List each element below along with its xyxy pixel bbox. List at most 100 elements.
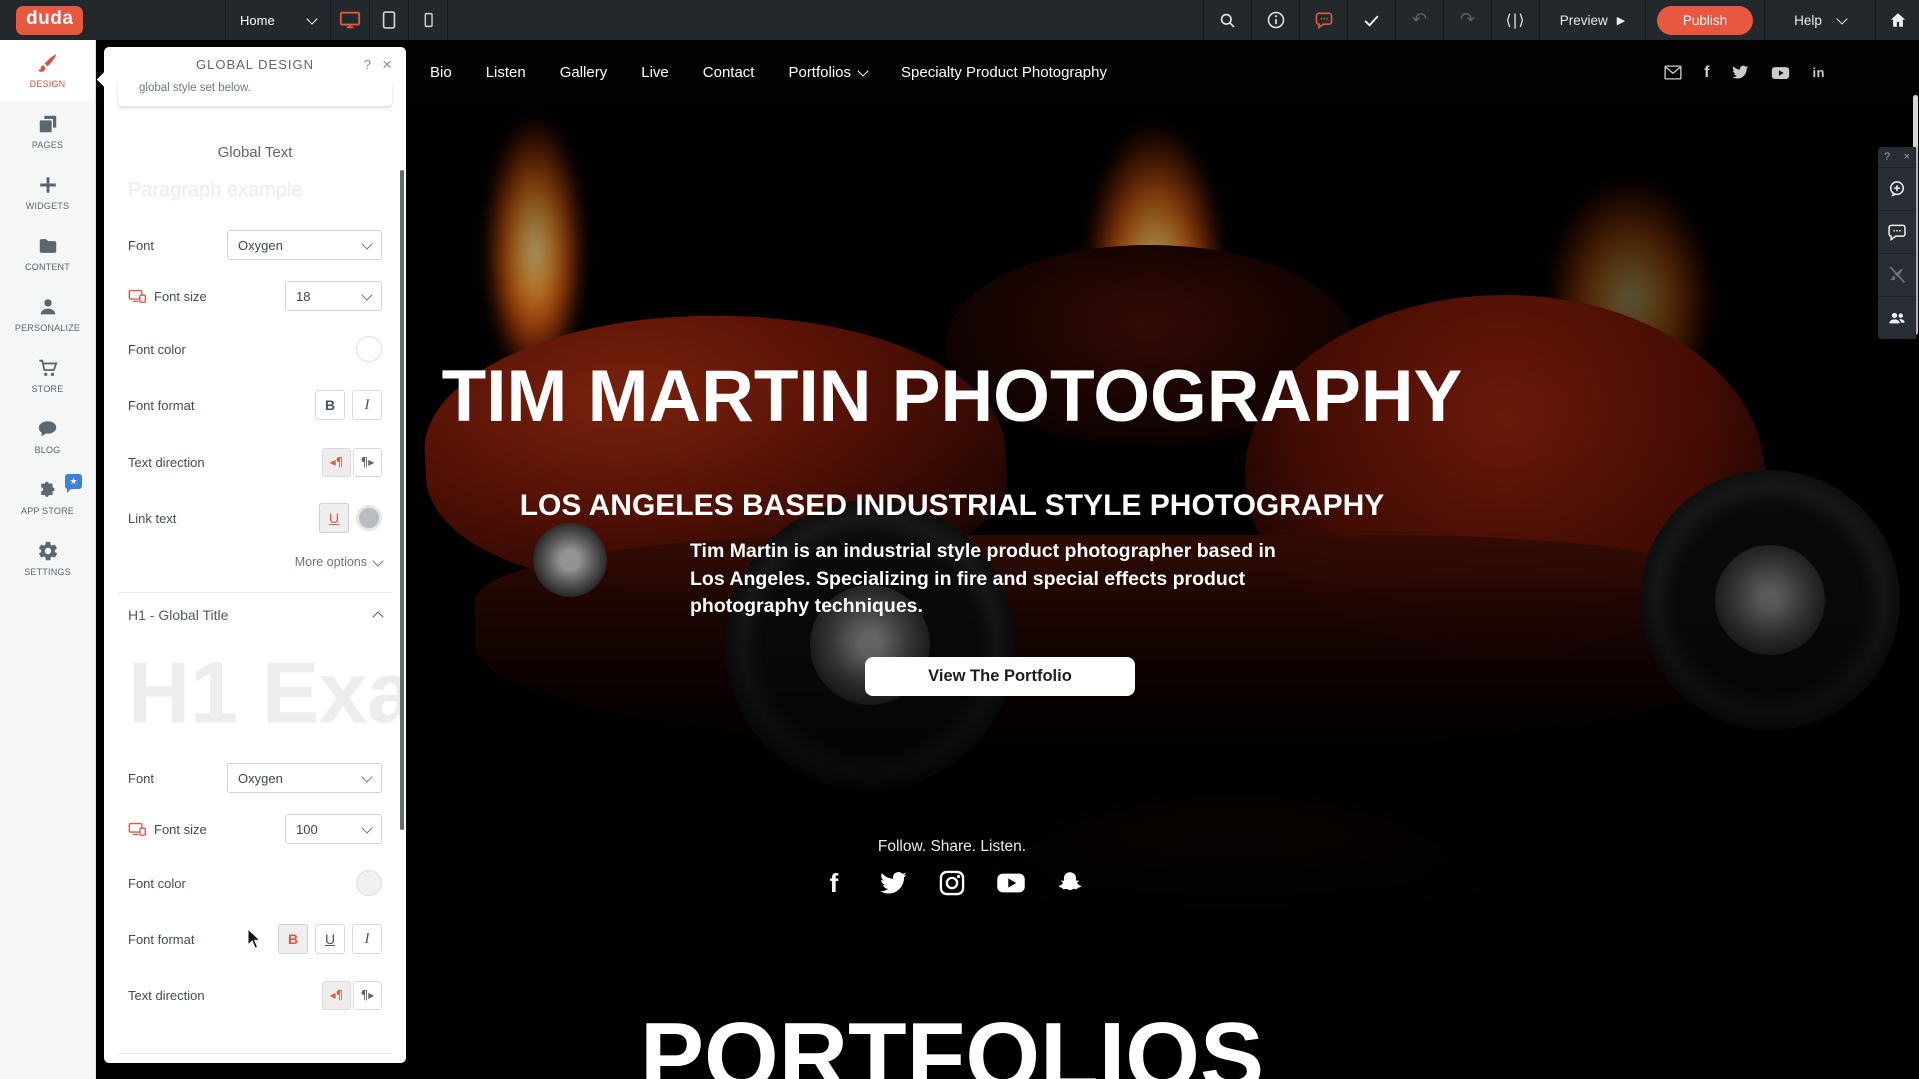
nav-label: Specialty Product Photography (901, 64, 1107, 81)
dev-mode-button[interactable]: ⟨|⟩ (1491, 0, 1539, 40)
h1-font-size-label: Font size (154, 822, 207, 837)
preview-button[interactable]: Preview ▶ (1539, 0, 1645, 40)
link-underline-button[interactable]: U (319, 503, 349, 533)
h1-font-size-dropdown[interactable]: 100 (285, 814, 382, 844)
toolbar-close-icon[interactable]: × (1904, 151, 1910, 163)
h1-font-value: Oxygen (238, 771, 283, 786)
font-color-swatch[interactable] (356, 336, 382, 362)
h1-underline-button[interactable]: U (315, 924, 345, 954)
italic-glyph: I (365, 931, 370, 948)
add-comment-button[interactable] (1878, 167, 1916, 210)
saved-check-button[interactable] (1347, 0, 1395, 40)
play-icon: ▶ (1617, 15, 1625, 26)
sidebar-item-personalize[interactable]: PERSONALIZE (0, 284, 95, 345)
pages-icon (37, 113, 59, 135)
h1-font-dropdown[interactable]: Oxygen (227, 763, 382, 793)
twitter-icon[interactable] (872, 862, 914, 904)
nav-item-gallery[interactable]: Gallery (560, 64, 608, 81)
ltr-direction-button[interactable]: ◂¶ (322, 448, 351, 477)
h1-text-direction-row: Text direction ◂¶ ¶▸ (128, 980, 382, 1010)
h1-font-color-swatch[interactable] (356, 870, 382, 896)
mobile-view-button[interactable] (408, 0, 447, 40)
h1-font-label: Font (128, 771, 154, 786)
twitter-icon[interactable] (1731, 65, 1749, 80)
undo-button[interactable]: ↶ (1395, 0, 1443, 40)
help-label: Help (1794, 13, 1822, 28)
h1-font-format-row: Font format B U I (128, 924, 382, 954)
instagram-icon[interactable] (931, 862, 973, 904)
help-menu[interactable]: Help (1764, 0, 1875, 40)
nav-item-specialty[interactable]: Specialty Product Photography (901, 64, 1107, 81)
font-size-value: 18 (296, 289, 310, 304)
panel-scrollbar[interactable] (400, 170, 404, 830)
dashboard-home-button[interactable] (1875, 0, 1919, 40)
youtube-icon[interactable] (1771, 66, 1790, 80)
h1-italic-button[interactable]: I (352, 924, 382, 954)
link-color-swatch[interactable] (356, 505, 382, 531)
font-size-dropdown[interactable]: 18 (285, 281, 382, 311)
email-icon[interactable] (1664, 65, 1682, 80)
italic-button[interactable]: I (352, 390, 382, 420)
app-store-badge: ★ (65, 474, 82, 489)
h1-bold-button[interactable]: B (278, 924, 308, 954)
chevron-down-icon (361, 238, 372, 249)
sidebar-item-content[interactable]: CONTENT (0, 223, 95, 284)
scrolled-note: global style set below. (118, 81, 392, 106)
feedback-button[interactable] (1299, 0, 1347, 40)
nav-item-contact[interactable]: Contact (703, 64, 755, 81)
linkedin-icon[interactable]: in (1812, 65, 1825, 80)
section-divider (118, 1053, 392, 1054)
search-button[interactable] (1203, 0, 1251, 40)
h1-section-header[interactable]: H1 - Global Title (128, 607, 382, 623)
sidebar-item-label: STORE (32, 384, 64, 394)
youtube-icon[interactable] (990, 862, 1032, 904)
desktop-view-button[interactable] (330, 0, 369, 40)
chevron-down-icon (361, 771, 372, 782)
sidebar-item-design[interactable]: DESIGN (0, 40, 95, 101)
nav-item-listen[interactable]: Listen (486, 64, 526, 81)
more-options-link[interactable]: More options (295, 555, 382, 569)
h1-ltr-direction-button[interactable]: ◂¶ (322, 981, 351, 1010)
panel-help-icon[interactable]: ? (364, 57, 372, 72)
redo-button[interactable]: ↷ (1443, 0, 1491, 40)
toolbar-help[interactable]: ? (1884, 151, 1890, 163)
sidebar-item-widgets[interactable]: WIDGETS (0, 162, 95, 223)
chevron-down-icon (857, 65, 868, 76)
bold-button[interactable]: B (315, 390, 345, 420)
h1-rtl-direction-button[interactable]: ¶▸ (353, 981, 382, 1010)
sidebar-item-store[interactable]: STORE (0, 345, 95, 406)
rtl-direction-button[interactable]: ¶▸ (353, 448, 382, 477)
facebook-icon[interactable]: f (813, 862, 855, 904)
collaborators-button[interactable] (1878, 296, 1916, 339)
tablet-view-button[interactable] (369, 0, 408, 40)
people-icon (1887, 308, 1907, 328)
view-portfolio-button[interactable]: View The Portfolio (865, 657, 1135, 696)
chevron-down-icon (361, 822, 372, 833)
preview-label: Preview (1560, 13, 1608, 28)
sidebar-item-blog[interactable]: BLOG (0, 406, 95, 467)
comments-button[interactable] (1878, 210, 1916, 253)
nav-item-portfolios[interactable]: Portfolios (788, 64, 867, 81)
tablet-icon (379, 9, 399, 31)
panel-close-icon[interactable]: × (382, 56, 393, 73)
info-icon (1266, 10, 1286, 30)
info-button[interactable] (1251, 0, 1299, 40)
duda-logo[interactable]: duda (16, 6, 83, 35)
sidebar-item-pages[interactable]: PAGES (0, 101, 95, 162)
hide-annotations-button[interactable] (1878, 253, 1916, 296)
h1-font-color-label: Font color (128, 876, 186, 891)
sidebar-item-settings[interactable]: SETTINGS (0, 528, 95, 589)
nav-item-live[interactable]: Live (641, 64, 669, 81)
page-selector[interactable]: Home (225, 0, 330, 40)
link-text-label: Link text (128, 511, 176, 526)
facebook-icon[interactable]: f (1704, 64, 1709, 82)
h1-font-color-row: Font color (128, 868, 382, 898)
font-dropdown[interactable]: Oxygen (227, 230, 382, 260)
hero-description: Tim Martin is an industrial style produc… (690, 538, 1280, 621)
home-icon (1889, 11, 1907, 29)
snapchat-icon[interactable] (1049, 862, 1091, 904)
publish-button[interactable]: Publish (1657, 6, 1753, 35)
nav-item-bio[interactable]: Bio (430, 64, 452, 81)
sidebar-item-app-store[interactable]: ★ APP STORE (0, 467, 95, 528)
global-design-panel: GLOBAL DESIGN ? × global style set below… (104, 47, 406, 1063)
